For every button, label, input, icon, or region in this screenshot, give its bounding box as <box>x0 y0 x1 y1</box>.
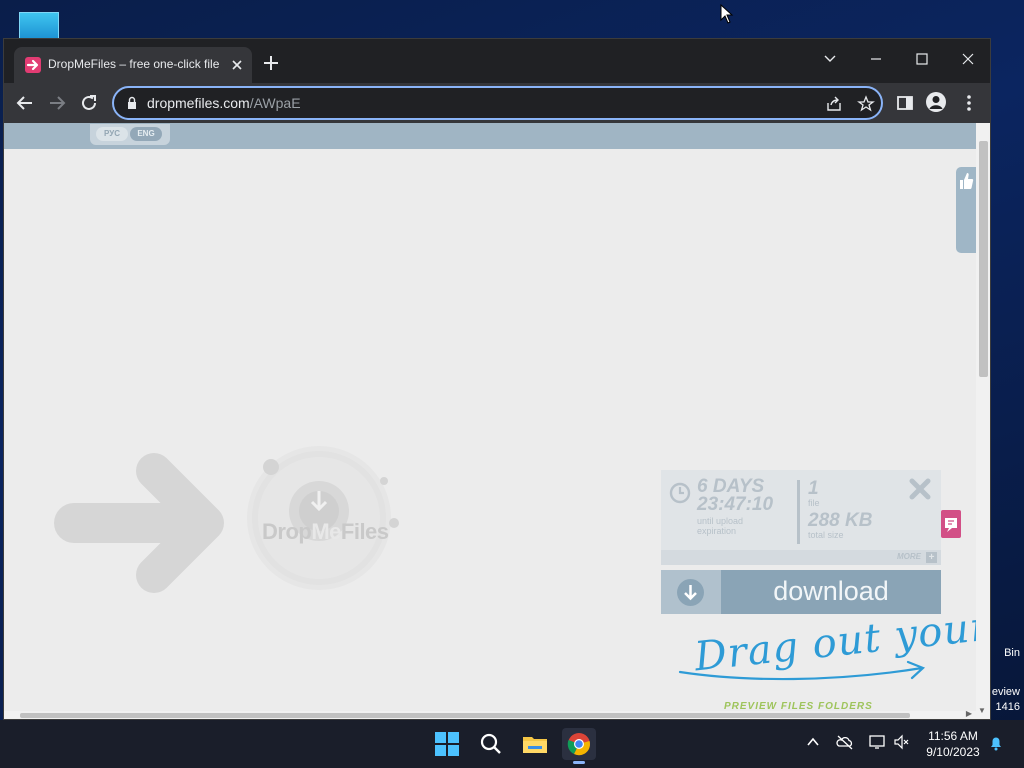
thumbs-up-icon <box>960 173 974 189</box>
download-button[interactable]: download <box>661 570 941 614</box>
download-icon-area <box>661 570 721 614</box>
start-windows-icon[interactable] <box>432 729 462 759</box>
scroll-right-arrow-icon[interactable]: ▶ <box>966 709 972 718</box>
browser-toolbar: dropmefiles.com/AWpaE <box>4 83 990 123</box>
onedrive-offline-icon[interactable] <box>836 734 854 750</box>
volume-muted-icon[interactable] <box>893 734 911 750</box>
chrome-taskbar-icon[interactable] <box>562 728 596 764</box>
total-size: 288 KB <box>808 510 873 531</box>
scrollbar-thumb[interactable] <box>20 713 910 718</box>
profile-avatar-icon[interactable] <box>926 92 946 112</box>
download-arrow-icon <box>677 579 704 606</box>
dropmefiles-logo: DropMeFiles <box>54 443 414 603</box>
logo-text: DropMeFiles <box>262 519 389 544</box>
vertical-scrollbar[interactable]: ▼ <box>976 123 990 719</box>
notification-bell-icon[interactable] <box>988 734 1004 752</box>
more-bar[interactable]: MORE + <box>661 550 941 565</box>
back-button[interactable] <box>14 92 36 114</box>
expiration-label: until upload expiration <box>697 516 744 536</box>
file-info-panel: 6 DAYS 23:47:10 until upload expiration 1… <box>661 470 941 550</box>
scroll-down-arrow-icon[interactable]: ▼ <box>978 706 986 715</box>
expiration-countdown: 6 DAYS 23:47:10 <box>697 476 774 515</box>
tab-title: DropMeFiles – free one-click file <box>48 57 220 71</box>
network-icon[interactable] <box>868 734 886 750</box>
address-bar[interactable]: dropmefiles.com/AWpaE <box>112 86 883 120</box>
lang-ru-button[interactable]: РУС <box>96 127 128 141</box>
close-window-button[interactable] <box>950 45 986 73</box>
share-icon[interactable] <box>824 94 844 114</box>
desktop-item-label: eview <box>991 686 1020 698</box>
divider <box>797 480 800 544</box>
close-icon[interactable] <box>907 476 933 502</box>
tab-strip: DropMeFiles – free one-click file <box>4 39 990 83</box>
lang-en-button[interactable]: ENG <box>130 127 162 141</box>
new-tab-button[interactable] <box>262 54 280 72</box>
clock-icon <box>669 482 691 504</box>
horizontal-scrollbar[interactable]: ▶ <box>4 709 976 719</box>
tab-search-chevron-icon[interactable] <box>812 45 848 73</box>
total-size-label: total size <box>808 530 844 540</box>
maximize-button[interactable] <box>904 45 940 73</box>
lock-icon[interactable] <box>126 96 138 110</box>
url-text[interactable]: dropmefiles.com/AWpaE <box>147 95 301 111</box>
download-label: download <box>773 576 889 606</box>
file-count-label: file <box>808 498 820 508</box>
file-explorer-icon[interactable] <box>520 729 550 759</box>
side-panel-icon[interactable] <box>894 92 916 114</box>
scrollbar-thumb[interactable] <box>979 141 988 377</box>
page-viewport: РУС ENG DropMeFiles 6 DAYS 23:47:10 unti… <box>4 123 990 719</box>
system-clock[interactable]: 11:56 AM 9/10/2023 <box>918 728 988 760</box>
more-plus-icon[interactable]: + <box>926 552 937 563</box>
browser-window: DropMeFiles – free one-click file dropme… <box>3 38 991 720</box>
bookmark-star-icon[interactable] <box>856 94 876 114</box>
mouse-cursor-icon <box>720 4 734 24</box>
reload-button[interactable] <box>78 92 100 114</box>
tray-chevron-up-icon[interactable] <box>805 734 821 750</box>
site-top-bar: РУС ENG <box>4 123 976 149</box>
drag-arrow-icon <box>678 660 926 681</box>
recycle-bin-label: Bin <box>1004 647 1020 659</box>
like-tab[interactable] <box>956 167 976 253</box>
taskbar: 11:56 AM 9/10/2023 <box>0 720 1024 768</box>
search-icon[interactable] <box>476 729 506 759</box>
minimize-button[interactable] <box>858 45 894 73</box>
feedback-button[interactable] <box>941 510 961 538</box>
file-count: 1 <box>808 478 819 499</box>
browser-tab[interactable]: DropMeFiles – free one-click file <box>14 47 252 83</box>
desktop-item-label: 1416 <box>995 701 1020 713</box>
forward-button[interactable] <box>46 92 68 114</box>
browser-menu-icon[interactable] <box>958 92 980 114</box>
feedback-icon <box>945 518 957 532</box>
language-switcher: РУС ENG <box>90 124 170 145</box>
more-label: MORE <box>897 552 921 561</box>
tab-close-icon[interactable] <box>228 56 246 74</box>
dropmefiles-favicon-icon <box>25 57 41 73</box>
